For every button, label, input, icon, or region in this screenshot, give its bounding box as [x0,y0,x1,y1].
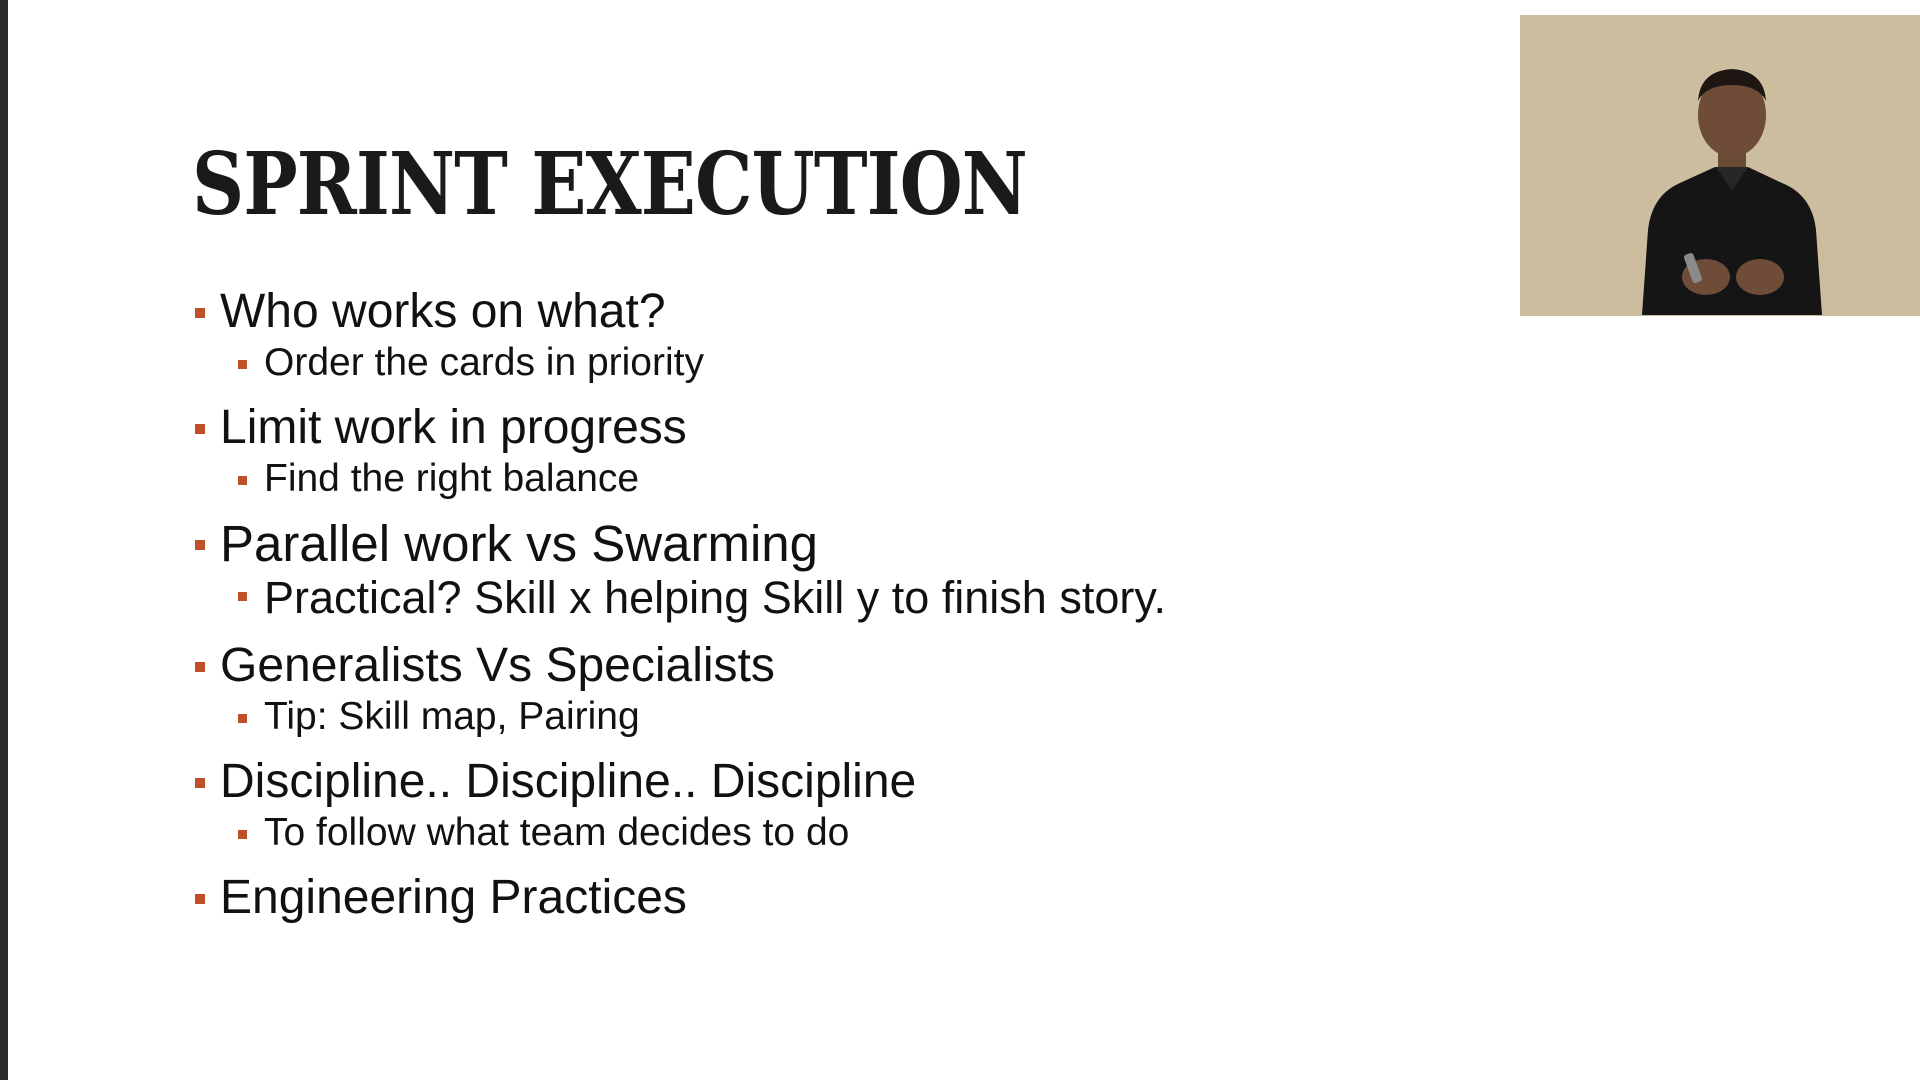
bullet-marker-icon [195,308,205,318]
bullet-marker-icon [195,540,205,550]
bullet-marker-icon [195,662,205,672]
bullet-main: Limit work in progress [192,400,1166,456]
sub-bullet-marker-icon [238,476,247,485]
bullet-main: Generalists Vs Specialists [192,638,1166,694]
sub-bullet-item: Tip: Skill map, Pairing [192,694,1166,740]
sub-list: Order the cards in priority [192,340,1166,386]
sub-bullet-item: Practical? Skill x helping Skill y to fi… [192,572,1166,624]
bullet-marker-icon [195,778,205,788]
bullet-marker-icon [195,894,205,904]
sub-bullet-text: To follow what team decides to do [264,811,850,854]
sub-list: To follow what team decides to do [192,810,1166,856]
sub-bullet-text: Practical? Skill x helping Skill y to fi… [264,572,1166,623]
sub-list: Find the right balance [192,456,1166,502]
sub-bullet-marker-icon [238,360,247,369]
bullet-main: Who works on what? [192,284,1166,340]
sub-bullet-item: To follow what team decides to do [192,810,1166,856]
sub-list: Practical? Skill x helping Skill y to fi… [192,572,1166,624]
bullet-item: Engineering Practices [192,870,1166,926]
bullet-item: Who works on what? Order the cards in pr… [192,284,1166,386]
bullet-item: Generalists Vs Specialists Tip: Skill ma… [192,638,1166,740]
bullet-text: Generalists Vs Specialists [220,639,775,692]
window-left-edge [0,0,8,1080]
bullet-item: Parallel work vs Swarming Practical? Ski… [192,516,1166,624]
sub-bullet-marker-icon [238,714,247,723]
sub-list: Tip: Skill map, Pairing [192,694,1166,740]
bullet-marker-icon [195,424,205,434]
bullet-main: Discipline.. Discipline.. Discipline [192,754,1166,810]
sub-bullet-marker-icon [238,592,247,601]
bullet-main: Engineering Practices [192,870,1166,926]
slide: SPRINT EXECUTION Who works on what? Orde… [8,0,1920,1080]
sub-bullet-text: Find the right balance [264,457,640,500]
presenter-video-icon [1520,15,1920,316]
bullet-text: Limit work in progress [220,401,687,454]
slide-title: SPRINT EXECUTION [192,134,1028,235]
bullet-text: Discipline.. Discipline.. Discipline [220,755,917,808]
sub-bullet-item: Order the cards in priority [192,340,1166,386]
sub-bullet-item: Find the right balance [192,456,1166,502]
bullet-item: Discipline.. Discipline.. Discipline To … [192,754,1166,856]
sub-bullet-marker-icon [238,830,247,839]
bullet-list: Who works on what? Order the cards in pr… [192,284,1166,940]
bullet-text: Parallel work vs Swarming [220,515,819,572]
presenter-video [1520,15,1920,316]
bullet-main: Parallel work vs Swarming [192,516,1166,572]
sub-bullet-text: Tip: Skill map, Pairing [264,695,640,738]
bullet-text: Who works on what? [220,285,666,338]
bullet-text: Engineering Practices [220,871,687,924]
bullet-item: Limit work in progress Find the right ba… [192,400,1166,502]
sub-bullet-text: Order the cards in priority [264,341,704,384]
